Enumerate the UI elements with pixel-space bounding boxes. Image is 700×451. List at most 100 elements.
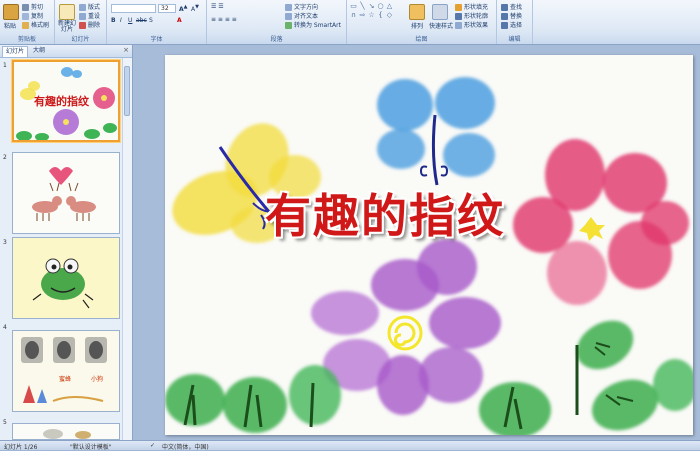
- slide-number: 1: [3, 62, 7, 69]
- proofing-icon[interactable]: ✓: [150, 442, 155, 449]
- slide-4-thumb-label-2: 小狗: [91, 375, 103, 383]
- new-slide-icon: [59, 4, 75, 20]
- slide-1-preview: 有趣的指纹: [14, 62, 118, 140]
- copy-icon: [22, 13, 29, 20]
- shadow-button[interactable]: S: [149, 17, 153, 24]
- editing-label: 编辑: [508, 36, 521, 43]
- effects-icon: [455, 22, 462, 29]
- slide-counter: 幻灯片 1/26: [4, 444, 38, 451]
- grow-font-icon[interactable]: A▲: [179, 4, 188, 13]
- theme-name: "默认设计模板": [70, 444, 112, 451]
- binoculars-icon: [501, 4, 508, 11]
- scrollbar-thumb[interactable]: [124, 66, 130, 116]
- arrow-icon: ↘: [368, 2, 375, 10]
- slide-thumbnail-3[interactable]: [12, 237, 120, 319]
- format-painter-button[interactable]: 格式刷: [22, 20, 49, 29]
- align-text-icon: [285, 13, 292, 20]
- select-icon: [501, 22, 508, 29]
- outline-icon: [455, 13, 462, 20]
- slide-number: 2: [3, 154, 7, 161]
- align-buttons[interactable]: ≡ ≡ ≡ ≡: [211, 16, 237, 23]
- paragraph-label: 段落: [270, 36, 283, 43]
- close-icon[interactable]: ×: [123, 46, 129, 54]
- slide-thumbnail-5[interactable]: [12, 423, 120, 440]
- drawing-group: ▭ ╲ ↘ ○ △ ∩ ⇨ ☆{◇ 排列 快速样式 形状填充 形状轮廓 形状效果 绘图: [347, 0, 497, 44]
- callout-icon: ◇: [386, 11, 393, 19]
- slides-group: 新建幻灯片 版式 重设 删除 幻灯片: [55, 0, 107, 44]
- slide-title[interactable]: 有趣的指纹: [265, 180, 505, 246]
- font-label: 字体: [150, 36, 163, 43]
- new-slide-button[interactable]: 新建幻灯片: [58, 4, 76, 33]
- layout-icon: [79, 4, 86, 11]
- slide-4-thumb-label-1: 蜜蜂: [59, 375, 71, 383]
- oval-icon: ○: [377, 2, 384, 10]
- tab-outline[interactable]: 大纲: [30, 46, 48, 56]
- slides-label: 幻灯片: [71, 36, 90, 43]
- select-button[interactable]: 选择: [501, 20, 522, 29]
- rectangle-icon: ▭: [350, 2, 357, 10]
- text-direction-button[interactable]: 文字方向: [285, 2, 318, 11]
- editing-group: 查找 替换 选择 编辑: [497, 0, 533, 44]
- panel-tabs: 幻灯片 大纲 ×: [0, 45, 132, 58]
- scissors-icon: [22, 4, 29, 11]
- reset-button[interactable]: 重设: [79, 11, 100, 20]
- text-direction-icon: [285, 4, 292, 11]
- block-arrow-icon: ⇨: [359, 11, 366, 19]
- clipboard-group: 粘贴 剪切 复制 格式刷 剪贴板: [0, 0, 55, 44]
- tab-slides[interactable]: 幻灯片: [2, 46, 29, 57]
- shrink-font-icon[interactable]: A▼: [191, 4, 199, 13]
- line-icon: ╲: [360, 2, 365, 10]
- brush-icon: [22, 22, 29, 29]
- delete-icon: [79, 22, 86, 29]
- slide-4-preview: 蜜蜂 小狗: [13, 331, 119, 411]
- quick-styles-button[interactable]: 快速样式: [429, 4, 453, 30]
- arrange-button[interactable]: 排列: [409, 4, 425, 30]
- align-text-button[interactable]: 对齐文本: [285, 11, 318, 20]
- slide-3-preview: [13, 238, 119, 318]
- replace-icon: [501, 13, 508, 20]
- paste-button[interactable]: 粘贴: [3, 4, 19, 30]
- smartart-icon: [285, 22, 292, 29]
- shapes-gallery[interactable]: ▭ ╲ ↘ ○ △ ∩ ⇨ ☆{◇: [349, 2, 394, 20]
- triangle-icon: △: [386, 2, 393, 10]
- font-group: 32 A▲ A▼ B I U abc S A 字体: [107, 0, 207, 44]
- bold-button[interactable]: B: [111, 17, 116, 24]
- current-slide[interactable]: 有趣的指纹: [165, 55, 693, 435]
- fill-icon: [455, 4, 462, 11]
- slide-thumbnail-4[interactable]: 蜜蜂 小狗: [12, 330, 120, 412]
- convert-smartart-button[interactable]: 转换为 SmartArt: [285, 20, 341, 29]
- arrange-icon: [409, 4, 425, 20]
- strike-button[interactable]: abc: [136, 17, 147, 24]
- slide-thumbnail-2[interactable]: [12, 152, 120, 234]
- font-color-button[interactable]: A: [177, 17, 182, 24]
- slide-number: 5: [3, 419, 7, 426]
- italic-button[interactable]: I: [120, 17, 122, 24]
- replace-button[interactable]: 替换: [501, 11, 522, 20]
- shape-outline-button[interactable]: 形状轮廓: [455, 11, 488, 20]
- cut-button[interactable]: 剪切: [22, 2, 43, 11]
- brace-icon: {: [378, 11, 383, 19]
- slide-2-preview: [13, 153, 119, 233]
- font-name-combo[interactable]: [111, 4, 156, 13]
- slide-number: 3: [3, 239, 7, 246]
- shape-fill-button[interactable]: 形状填充: [455, 2, 488, 11]
- slide-number: 4: [3, 324, 7, 331]
- copy-button[interactable]: 复制: [22, 11, 43, 20]
- layout-button[interactable]: 版式: [79, 2, 100, 11]
- star-icon: ☆: [368, 11, 375, 19]
- font-size-combo[interactable]: 32: [158, 4, 176, 13]
- slide-editing-area: 有趣的指纹: [133, 45, 700, 440]
- underline-button[interactable]: U: [128, 17, 132, 24]
- find-button[interactable]: 查找: [501, 2, 522, 11]
- clipboard-label: 剪贴板: [17, 36, 36, 43]
- shape-effects-button[interactable]: 形状效果: [455, 20, 488, 29]
- delete-slide-button[interactable]: 删除: [79, 20, 100, 29]
- slide-5-preview: [13, 424, 119, 439]
- curve-icon: ∩: [350, 11, 357, 19]
- panel-scrollbar[interactable]: [122, 58, 132, 440]
- quick-styles-icon: [432, 4, 448, 20]
- slide-thumbnail-1[interactable]: 有趣的指纹: [12, 60, 120, 142]
- slide-panel: 幻灯片 大纲 × 1 有趣的指纹 2 3 4 蜜蜂 小狗 5: [0, 45, 133, 440]
- drawing-label: 绘图: [415, 36, 428, 43]
- bullets-button[interactable]: ☰ ☰: [211, 3, 224, 10]
